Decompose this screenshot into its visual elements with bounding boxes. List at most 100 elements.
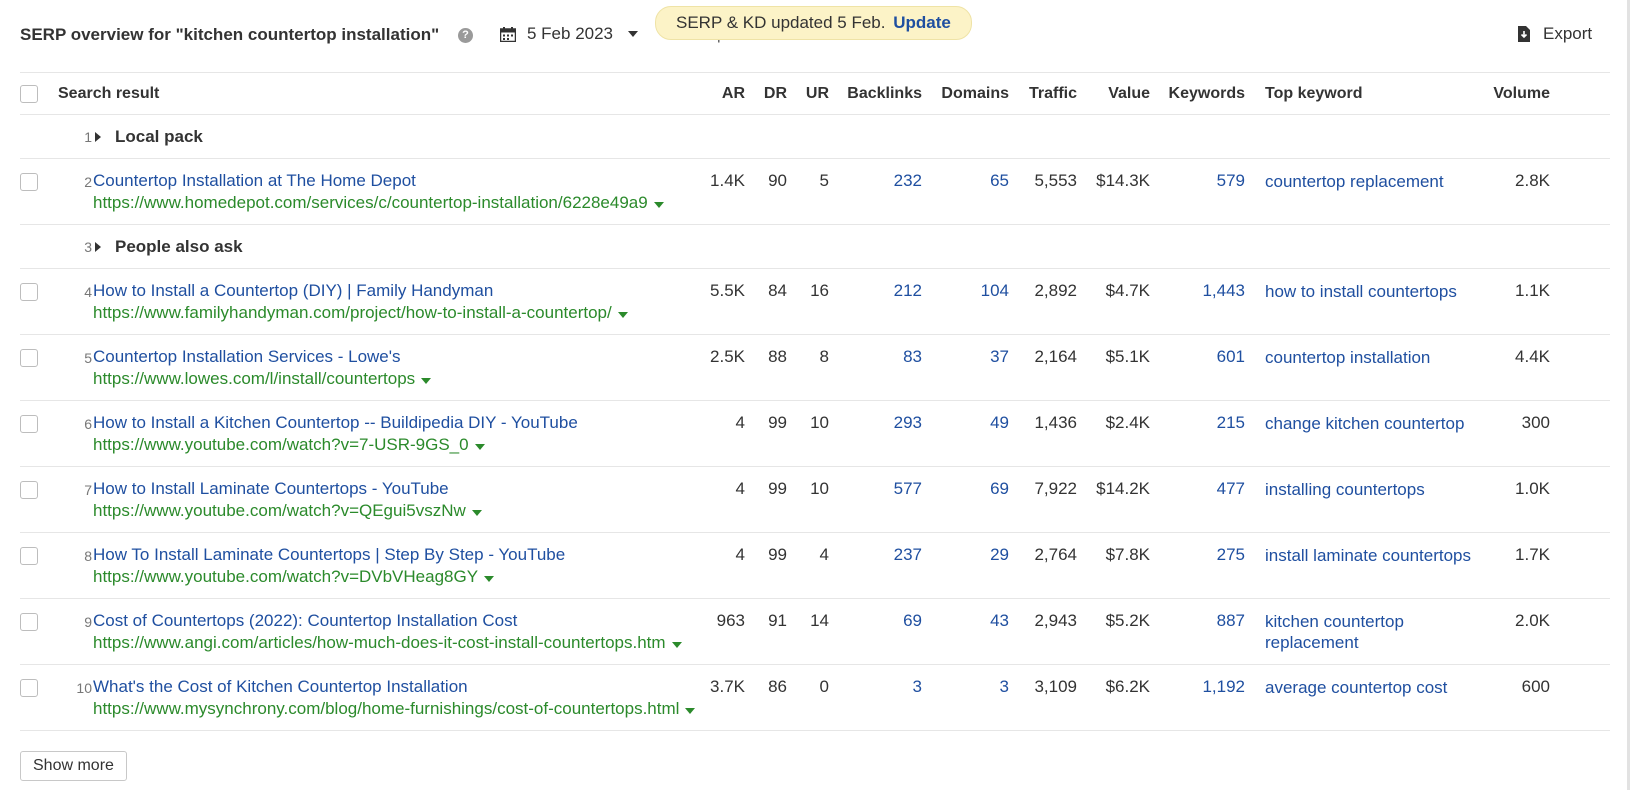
result-title-link[interactable]: How To Install Laminate Countertops | St…: [93, 545, 565, 565]
cell-domains[interactable]: 3: [925, 677, 1009, 697]
result-title-link[interactable]: Cost of Countertops (2022): Countertop I…: [93, 611, 517, 631]
chevron-down-icon[interactable]: [471, 509, 482, 516]
result-url-text[interactable]: https://www.angi.com/articles/how-much-d…: [93, 633, 666, 653]
result-url-text[interactable]: https://www.mysynchrony.com/blog/home-fu…: [93, 699, 679, 719]
row-checkbox[interactable]: [20, 283, 38, 301]
cell-backlinks[interactable]: 212: [830, 281, 922, 301]
col-value[interactable]: Value: [1080, 85, 1150, 103]
export-button[interactable]: Export: [1517, 24, 1592, 44]
result-url[interactable]: https://www.lowes.com/l/install/countert…: [93, 369, 432, 389]
help-icon[interactable]: ?: [458, 28, 473, 43]
select-all-checkbox[interactable]: [20, 85, 38, 103]
result-url-text[interactable]: https://www.homedepot.com/services/c/cou…: [93, 193, 648, 213]
row-checkbox[interactable]: [20, 547, 38, 565]
result-url-text[interactable]: https://www.youtube.com/watch?v=DVbVHeag…: [93, 567, 478, 587]
result-title-link[interactable]: Countertop Installation Services - Lowe'…: [93, 347, 401, 367]
cell-keywords[interactable]: 579: [1153, 171, 1245, 191]
col-ar[interactable]: AR: [703, 85, 745, 103]
cell-domains[interactable]: 65: [925, 171, 1009, 191]
col-ur[interactable]: UR: [789, 85, 829, 103]
cell-top-keyword[interactable]: kitchen countertop replacement: [1265, 611, 1475, 653]
serp-feature-label[interactable]: Local pack: [115, 127, 203, 147]
cell-domains[interactable]: 37: [925, 347, 1009, 367]
cell-domains[interactable]: 43: [925, 611, 1009, 631]
cell-backlinks[interactable]: 232: [830, 171, 922, 191]
col-dr[interactable]: DR: [747, 85, 787, 103]
serp-feature-label[interactable]: People also ask: [115, 237, 243, 257]
col-keywords[interactable]: Keywords: [1153, 85, 1245, 103]
cell-domains[interactable]: 49: [925, 413, 1009, 433]
result-url-text[interactable]: https://www.youtube.com/watch?v=7-USR-9G…: [93, 435, 469, 455]
col-traffic[interactable]: Traffic: [1010, 85, 1077, 103]
cell-volume: 1.1K: [1515, 281, 1550, 300]
result-url[interactable]: https://www.youtube.com/watch?v=7-USR-9G…: [93, 435, 485, 455]
table-row: 10 What's the Cost of Kitchen Countertop …: [20, 664, 1610, 731]
row-checkbox[interactable]: [20, 679, 38, 697]
cell-keywords[interactable]: 215: [1153, 413, 1245, 433]
result-url[interactable]: https://www.mysynchrony.com/blog/home-fu…: [93, 699, 696, 719]
update-link[interactable]: Update: [893, 13, 951, 32]
col-volume[interactable]: Volume: [1460, 85, 1550, 103]
cell-top-keyword[interactable]: install laminate countertops: [1265, 545, 1475, 566]
cell-backlinks[interactable]: 69: [830, 611, 922, 631]
cell-domains[interactable]: 104: [925, 281, 1009, 301]
row-checkbox[interactable]: [20, 481, 38, 499]
expand-caret-icon[interactable]: [95, 242, 101, 252]
date-selector[interactable]: 5 Feb 2023: [500, 24, 639, 44]
chevron-down-icon[interactable]: [653, 201, 664, 208]
cell-top-keyword[interactable]: how to install countertops: [1265, 281, 1475, 302]
chevron-down-icon[interactable]: [671, 641, 682, 648]
result-url[interactable]: https://www.homedepot.com/services/c/cou…: [93, 193, 664, 213]
col-top-keyword[interactable]: Top keyword: [1265, 85, 1363, 103]
cell-keywords[interactable]: 275: [1153, 545, 1245, 565]
row-checkbox[interactable]: [20, 173, 38, 191]
result-url[interactable]: https://www.angi.com/articles/how-much-d…: [93, 633, 682, 653]
chevron-down-icon[interactable]: [474, 443, 485, 450]
chevron-down-icon[interactable]: [685, 707, 696, 714]
result-url[interactable]: https://www.familyhandyman.com/project/h…: [93, 303, 628, 323]
col-search-result[interactable]: Search result: [58, 85, 159, 103]
row-checkbox[interactable]: [20, 349, 38, 367]
result-title-link[interactable]: How to Install a Countertop (DIY) | Fami…: [93, 281, 493, 301]
col-domains[interactable]: Domains: [925, 85, 1009, 103]
result-title-link[interactable]: What's the Cost of Kitchen Countertop In…: [93, 677, 468, 697]
chevron-down-icon[interactable]: [484, 575, 495, 582]
row-checkbox[interactable]: [20, 415, 38, 433]
expand-caret-icon[interactable]: [95, 132, 101, 142]
cell-keywords[interactable]: 887: [1153, 611, 1245, 631]
result-title-link[interactable]: How to Install Laminate Countertops - Yo…: [93, 479, 449, 499]
show-more-button[interactable]: Show more: [20, 751, 127, 781]
result-url[interactable]: https://www.youtube.com/watch?v=DVbVHeag…: [93, 567, 495, 587]
cell-backlinks[interactable]: 577: [830, 479, 922, 499]
col-backlinks[interactable]: Backlinks: [830, 85, 922, 103]
cell-top-keyword[interactable]: change kitchen countertop: [1265, 413, 1475, 434]
result-title-link[interactable]: How to Install a Kitchen Countertop -- B…: [93, 413, 578, 433]
result-url-text[interactable]: https://www.youtube.com/watch?v=QEgui5vs…: [93, 501, 466, 521]
cell-keywords[interactable]: 1,443: [1153, 281, 1245, 301]
cell-top-keyword[interactable]: countertop replacement: [1265, 171, 1475, 192]
cell-keywords[interactable]: 1,192: [1153, 677, 1245, 697]
cell-domains[interactable]: 29: [925, 545, 1009, 565]
cell-backlinks[interactable]: 293: [830, 413, 922, 433]
chevron-down-icon[interactable]: [421, 377, 432, 384]
cell-keywords[interactable]: 601: [1153, 347, 1245, 367]
chevron-down-icon[interactable]: [617, 311, 628, 318]
export-label: Export: [1543, 24, 1593, 43]
cell-traffic: 2,943: [1034, 611, 1077, 630]
result-url-text[interactable]: https://www.lowes.com/l/install/countert…: [93, 369, 415, 389]
cell-domains[interactable]: 69: [925, 479, 1009, 499]
serp-feature-row[interactable]: 1 Local pack: [20, 114, 1610, 158]
cell-backlinks[interactable]: 3: [830, 677, 922, 697]
cell-top-keyword[interactable]: countertop installation: [1265, 347, 1475, 368]
serp-feature-row[interactable]: 3 People also ask: [20, 224, 1610, 268]
row-checkbox[interactable]: [20, 613, 38, 631]
cell-top-keyword[interactable]: installing countertops: [1265, 479, 1475, 500]
result-title-link[interactable]: Countertop Installation at The Home Depo…: [93, 171, 416, 191]
cell-backlinks[interactable]: 83: [830, 347, 922, 367]
cell-backlinks[interactable]: 237: [830, 545, 922, 565]
cell-top-keyword[interactable]: average countertop cost: [1265, 677, 1475, 698]
result-url-text[interactable]: https://www.familyhandyman.com/project/h…: [93, 303, 612, 323]
cell-keywords[interactable]: 477: [1153, 479, 1245, 499]
cell-value: $14.2K: [1096, 479, 1150, 498]
result-url[interactable]: https://www.youtube.com/watch?v=QEgui5vs…: [93, 501, 482, 521]
